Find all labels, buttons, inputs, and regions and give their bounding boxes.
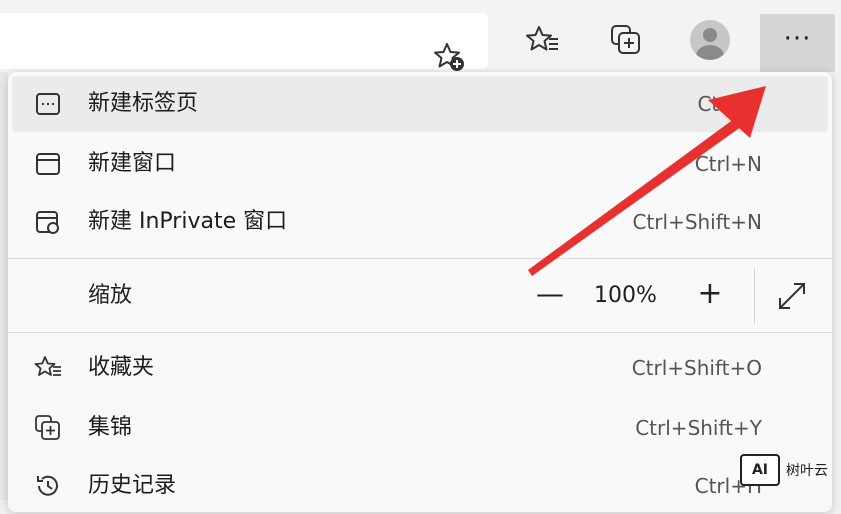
menu-item-shortcut: Ctrl+Shift+O [631,356,762,380]
watermark-text: 树叶云 [786,463,828,479]
avatar [690,20,730,60]
menu-item-shortcut: Ctrl+Shift+N [632,210,762,234]
page-background [0,72,8,500]
menu-item-shortcut: Ctrl+T [697,92,762,116]
menu-item-new-tab[interactable]: 新建标签页 Ctrl+T [12,76,828,132]
menu-item-label: 收藏夹 [88,355,155,380]
zoom-label: 缩放 [88,283,133,308]
menu-item-new-window[interactable]: 新建窗口 Ctrl+N [12,136,828,192]
new-tab-icon [36,93,60,115]
zoom-in-button[interactable]: + [692,274,728,314]
new-window-icon [36,153,60,175]
history-icon [37,475,58,496]
menu-item-collections[interactable]: 集锦 Ctrl+Shift+Y [12,400,828,456]
address-bar[interactable] [0,13,488,71]
favorites-button[interactable] [519,16,567,64]
menu-item-history[interactable]: 历史记录 Ctrl+H [12,458,828,514]
settings-menu: 新建标签页 Ctrl+T 新建窗口 Ctrl+N 新建 InPrivate 窗口… [8,72,832,512]
menu-item-shortcut: Ctrl+N [694,152,762,176]
add-favorite-icon[interactable] [432,39,468,75]
menu-item-label: 新建标签页 [88,91,199,116]
favorites-icon [34,356,61,376]
settings-and-more-button[interactable]: ··· [760,14,835,72]
favorites-star-icon [526,26,558,51]
menu-item-new-inprivate-window[interactable]: 新建 InPrivate 窗口 Ctrl+Shift+N [12,194,828,250]
inprivate-window-icon [36,211,59,234]
watermark-logo: AI [740,454,780,486]
menu-divider [8,332,832,333]
menu-item-label: 集锦 [88,415,133,440]
more-dots-icon: ··· [783,24,812,54]
menu-item-favorites[interactable]: 收藏夹 Ctrl+Shift+O [12,340,828,396]
zoom-divider [754,268,755,324]
zoom-out-button[interactable]: — [532,274,568,314]
collections-button[interactable] [602,16,650,64]
menu-item-label: 新建窗口 [88,151,177,176]
menu-item-shortcut: Ctrl+Shift+Y [635,416,762,440]
profile-button[interactable] [686,16,734,64]
collections-icon [35,415,60,440]
menu-item-label: 历史记录 [88,473,177,498]
fullscreen-icon[interactable] [774,278,810,314]
collections-icon [611,25,640,54]
browser-toolbar: ··· [0,0,841,72]
menu-divider [8,258,832,259]
menu-item-label: 新建 InPrivate 窗口 [88,209,288,234]
watermark: AI 树叶云 [740,452,836,492]
zoom-level: 100% [594,283,657,308]
